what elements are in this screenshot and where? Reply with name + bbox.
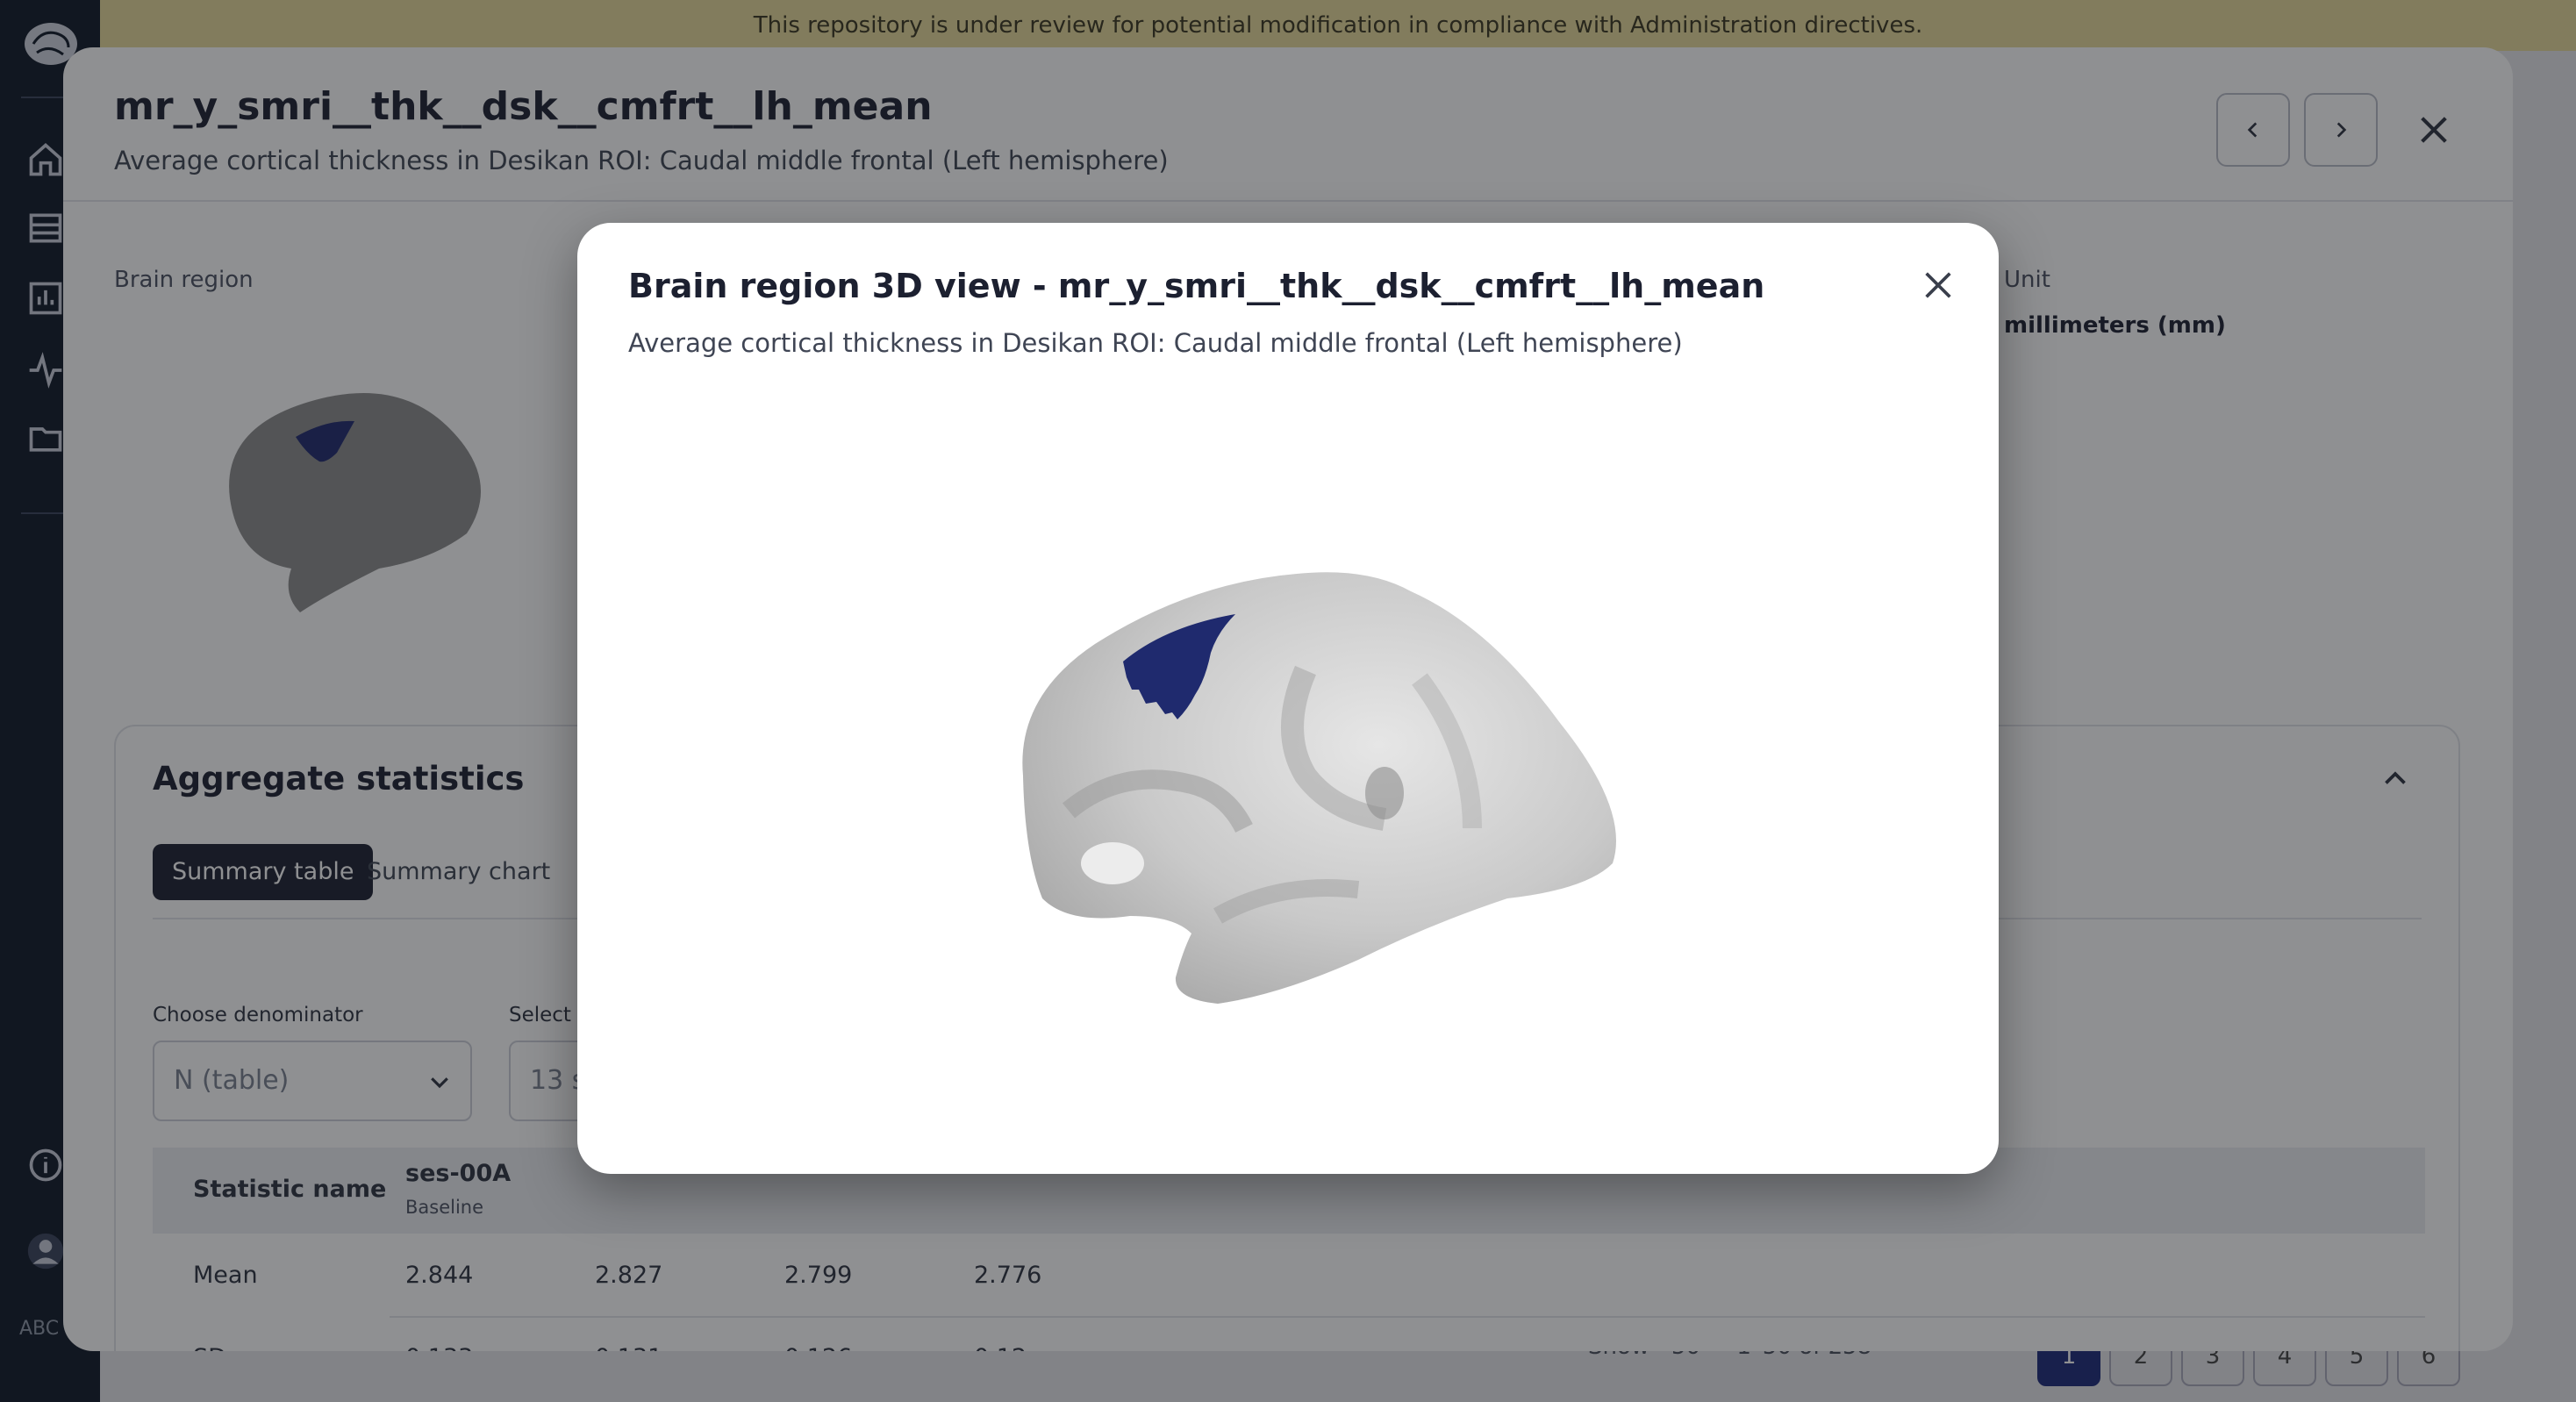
close-icon <box>1925 272 1951 298</box>
modal-title: Brain region 3D view - mr_y_smri__thk__d… <box>628 267 1765 305</box>
modal-subtitle: Average cortical thickness in Desikan RO… <box>628 328 1683 358</box>
brain-3d-modal: Brain region 3D view - mr_y_smri__thk__d… <box>577 223 1999 1174</box>
brain-3d-viewer[interactable] <box>1016 547 1648 1012</box>
modal-close-button[interactable] <box>1911 258 1965 312</box>
